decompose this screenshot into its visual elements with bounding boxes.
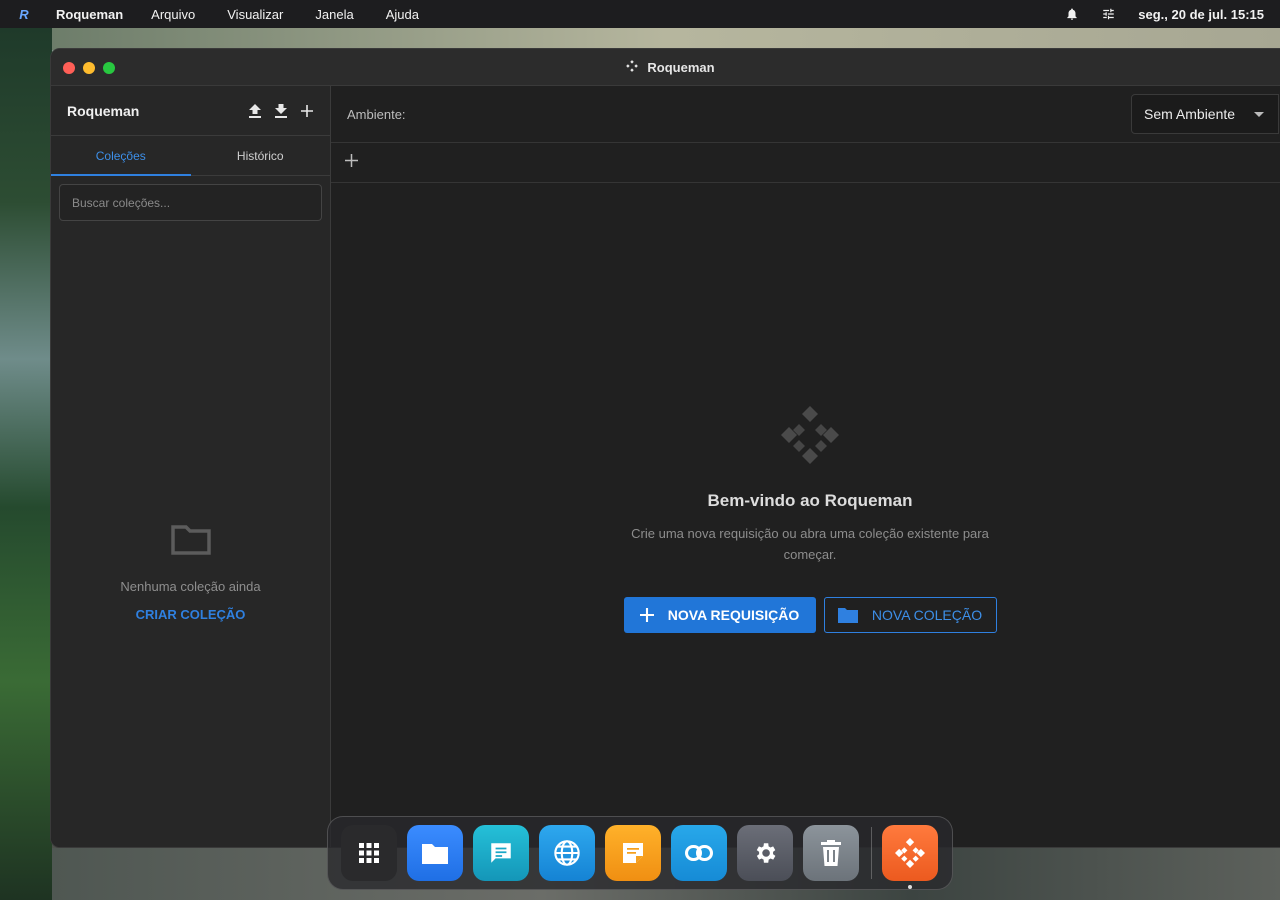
tab-historico[interactable]: Histórico bbox=[191, 136, 331, 175]
welcome-subtitle: Crie uma nova requisição ou abra uma col… bbox=[631, 526, 989, 562]
empty-collections-state: Nenhuma coleção ainda CRIAR COLEÇÃO bbox=[51, 522, 330, 622]
menu-janela[interactable]: Janela bbox=[315, 7, 353, 22]
browser-icon[interactable] bbox=[539, 825, 595, 881]
environment-bar: Ambiente: Sem Ambiente bbox=[331, 86, 1280, 143]
search-collections-input[interactable] bbox=[59, 184, 322, 221]
environment-select-value: Sem Ambiente bbox=[1144, 106, 1236, 122]
app-logo-icon[interactable]: R bbox=[16, 7, 32, 22]
folder-icon bbox=[837, 608, 858, 623]
plus-icon[interactable] bbox=[300, 104, 314, 118]
tab-colecoes[interactable]: Coleções bbox=[51, 136, 191, 176]
new-request-label: NOVA REQUISIÇÃO bbox=[667, 607, 800, 623]
upload-icon[interactable] bbox=[248, 103, 262, 118]
window-title-text: Roqueman bbox=[647, 59, 715, 75]
window-title: Roqueman bbox=[625, 59, 715, 76]
maximize-window-button[interactable] bbox=[103, 62, 115, 74]
files-icon[interactable] bbox=[407, 825, 463, 881]
window-titlebar[interactable]: Roqueman bbox=[51, 49, 1280, 86]
sidebar-tabs: Coleções Histórico bbox=[51, 136, 330, 176]
close-window-button[interactable] bbox=[63, 62, 75, 74]
empty-collections-text: Nenhuma coleção ainda bbox=[120, 579, 261, 594]
minimize-window-button[interactable] bbox=[83, 62, 95, 74]
sidebar: Roqueman Coleções Histórico Buscar coleç… bbox=[51, 86, 331, 847]
menu-ajuda[interactable]: Ajuda bbox=[386, 7, 419, 22]
create-collection-link[interactable]: CRIAR COLEÇÃO bbox=[136, 607, 246, 622]
menubar-app-name[interactable]: Roqueman bbox=[56, 7, 123, 22]
link-icon[interactable] bbox=[671, 825, 727, 881]
app-window: Roqueman Roqueman Coleções Histórico Bus… bbox=[50, 48, 1280, 848]
request-tabs-bar bbox=[331, 143, 1280, 183]
settings-icon[interactable] bbox=[737, 825, 793, 881]
roqueman-icon[interactable] bbox=[882, 825, 938, 889]
new-collection-label: NOVA COLEÇÃO bbox=[871, 607, 983, 623]
download-icon[interactable] bbox=[274, 103, 288, 118]
welcome-panel: Bem-vindo ao Roqueman Crie uma nova requ… bbox=[331, 406, 1280, 633]
welcome-title: Bem-vindo ao Roqueman bbox=[707, 491, 913, 510]
window-controls bbox=[63, 62, 115, 74]
trash-icon[interactable] bbox=[803, 825, 859, 881]
roqueman-large-logo-icon bbox=[781, 406, 839, 469]
main-panel: Ambiente: Sem Ambiente Bem-vindo ao Roqu… bbox=[331, 86, 1280, 847]
notes-icon[interactable] bbox=[605, 825, 661, 881]
chat-icon[interactable] bbox=[473, 825, 529, 881]
running-indicator bbox=[908, 885, 912, 889]
add-tab-icon[interactable] bbox=[345, 153, 358, 172]
roqueman-logo-icon bbox=[625, 59, 639, 76]
top-menubar: R Roqueman Arquivo Visualizar Janela Aju… bbox=[0, 0, 1280, 28]
wallpaper-top bbox=[52, 28, 1280, 50]
dock bbox=[327, 816, 953, 890]
chevron-down-icon bbox=[1254, 112, 1264, 117]
sidebar-title: Roqueman bbox=[67, 102, 140, 119]
menubar-clock[interactable]: seg., 20 de jul. 15:15 bbox=[1138, 7, 1264, 22]
app-grid-icon[interactable] bbox=[341, 825, 397, 881]
environment-label: Ambiente: bbox=[347, 106, 406, 122]
new-request-button[interactable]: NOVA REQUISIÇÃO bbox=[623, 597, 816, 633]
new-collection-button[interactable]: NOVA COLEÇÃO bbox=[823, 597, 997, 633]
dock-separator bbox=[871, 827, 872, 879]
environment-select[interactable]: Sem Ambiente bbox=[1131, 94, 1279, 134]
sliders-icon[interactable] bbox=[1101, 7, 1116, 21]
menu-visualizar[interactable]: Visualizar bbox=[227, 7, 283, 22]
plus-icon bbox=[639, 608, 654, 622]
wallpaper-left bbox=[0, 28, 52, 900]
bell-icon[interactable] bbox=[1065, 7, 1079, 21]
sidebar-header: Roqueman bbox=[51, 86, 330, 136]
menu-arquivo[interactable]: Arquivo bbox=[151, 7, 195, 22]
folder-icon bbox=[170, 522, 212, 561]
